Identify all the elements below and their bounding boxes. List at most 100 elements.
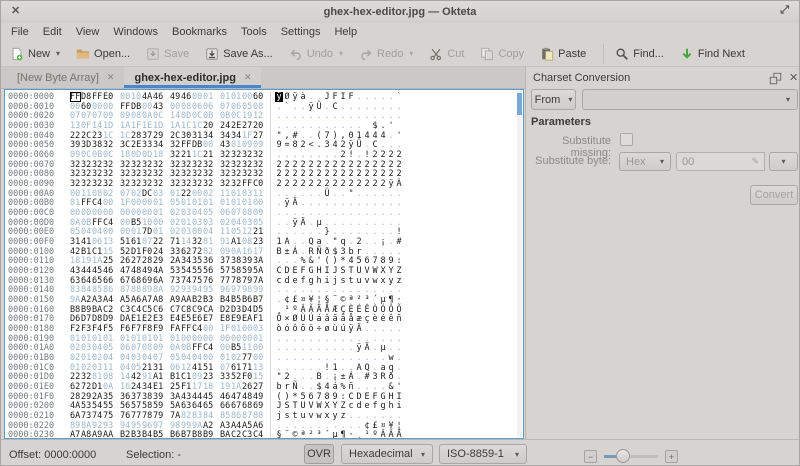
save-button[interactable]: Save xyxy=(141,44,194,64)
hex-row[interactable]: 0000:001000600000FFDB0043000806060706050… xyxy=(8,102,515,112)
hex-row[interactable]: 0000:01D022328108144291A1B1C109233352F01… xyxy=(8,372,515,382)
hex-rows[interactable]: 0000:0000FFD8FFE000104A46494600010101006… xyxy=(8,92,515,438)
hex-row[interactable]: 0000:0040222C231C1C2837292C30313434341F2… xyxy=(8,131,515,141)
window-close-icon[interactable]: ✕ xyxy=(11,4,20,17)
substitute-missing-checkbox[interactable] xyxy=(620,133,633,146)
menu-item-file[interactable]: File xyxy=(4,24,36,40)
hex-row[interactable]: 0000:0230A7A8A9AAB2B3B4B5B6B7B8B9BAC2C3C… xyxy=(8,431,515,438)
convert-button[interactable]: Convert xyxy=(750,185,798,205)
hex-row[interactable]: 0000:01E06272D10A162434E125F11718191A262… xyxy=(8,382,515,392)
zoom-slider-handle[interactable] xyxy=(616,449,630,463)
row-bytes: 42B1C11552D1F02433627282090A1617 xyxy=(70,247,264,257)
row-bytes: 0A0BFFC400B510000201030302040305 xyxy=(70,218,264,228)
row-offset: 0000:0130 xyxy=(8,276,64,286)
hex-row[interactable]: 0000:02004A535455565758595A6364656667686… xyxy=(8,402,515,412)
scrollbar-thumb[interactable] xyxy=(517,93,522,115)
hex-row[interactable]: 0000:0220898A92939495969798999AA2A3A4A5A… xyxy=(8,421,515,431)
detach-panel-icon[interactable] xyxy=(769,72,782,85)
hex-row[interactable]: 0000:0180F2F3F4F5F6F7F8F9FAFFC4001F01000… xyxy=(8,324,515,334)
hex-row[interactable]: 0000:02106A737475767778797A8283848586878… xyxy=(8,411,515,421)
substitute-byte-input[interactable]: 00 ✎ xyxy=(676,152,765,171)
chevron-down-icon: ▾ xyxy=(781,157,785,166)
title-bar[interactable]: ✕ ghex-hex-editor.jpg — Okteta ⤢ xyxy=(1,1,799,23)
hex-editor-view[interactable]: 0000:0000FFD8FFE000104A46494600010101006… xyxy=(4,89,524,439)
hex-row[interactable]: 0000:0160B8B9BAC2C3C4C5C6C7C8C9CAD2D3D4D… xyxy=(8,305,515,315)
value-coding-select[interactable]: Hexadecimal ▾ xyxy=(341,444,433,464)
hex-row[interactable]: 0000:00F031410613516107227114328191A1082… xyxy=(8,237,515,247)
panel-title: Charset Conversion xyxy=(533,72,630,84)
hex-row[interactable]: 0000:00B001FFC4001F000001050101010101010… xyxy=(8,198,515,208)
row-characters: ................ xyxy=(270,285,403,295)
hex-row[interactable]: 0000:01509AA2A3A4A5A6A7A8A9AAB2B3B4B5B6B… xyxy=(8,295,515,305)
window-restore-icon[interactable]: ⤢ xyxy=(780,4,789,17)
hex-row[interactable]: 0000:00E00504040000017D01020300041105122… xyxy=(8,227,515,237)
tab-close-icon[interactable]: ✕ xyxy=(244,72,252,83)
new-button[interactable]: New▾ xyxy=(5,44,65,64)
row-characters: ......}........! xyxy=(270,227,403,237)
find-next-button[interactable]: Find Next xyxy=(675,44,750,64)
hex-row[interactable]: 0000:0120434445464748494A535455565758595… xyxy=(8,266,515,276)
hex-row[interactable]: 0000:00903232323232323232323232323232FFC… xyxy=(8,179,515,189)
row-bytes: FFD8FFE000104A464946000101010060 xyxy=(70,92,264,102)
hex-row[interactable]: 0000:00A0001108020702DC03012200021101031… xyxy=(8,189,515,199)
hex-row[interactable]: 0000:00D00A0BFFC400B51000020103030204030… xyxy=(8,218,515,228)
chevron-down-icon: ▾ xyxy=(409,49,413,58)
menu-item-help[interactable]: Help xyxy=(327,24,364,40)
menu-item-edit[interactable]: Edit xyxy=(36,24,69,40)
vertical-scrollbar[interactable] xyxy=(517,91,522,437)
conversion-direction-select[interactable]: From ▾ xyxy=(531,89,576,110)
menu-item-settings[interactable]: Settings xyxy=(274,24,328,40)
undo-button[interactable]: Undo▾ xyxy=(284,44,348,64)
open-button[interactable]: Open... xyxy=(71,44,135,64)
hex-row[interactable]: 0000:01A002030405060708090A0BFFC400B5110… xyxy=(8,343,515,353)
zoom-out-button[interactable]: − xyxy=(584,450,597,463)
hex-row[interactable]: 0000:00703232323232323232323232323232323… xyxy=(8,160,515,170)
hex-row[interactable]: 0000:00200707070909080A0C140D0C0B0B0C191… xyxy=(8,111,515,121)
close-panel-icon[interactable]: ✕ xyxy=(789,71,798,84)
tab-new-byte-array[interactable]: [New Byte Array]✕ xyxy=(7,67,124,88)
substitute-byte-dropdown[interactable]: ▾ xyxy=(769,152,798,171)
paste-button[interactable]: Paste xyxy=(535,44,591,64)
redo-button[interactable]: Redo▾ xyxy=(354,44,418,64)
zoom-in-button[interactable]: + xyxy=(665,450,678,463)
row-offset: 0000:00E0 xyxy=(8,227,64,237)
byte-format-select[interactable]: Hex ▾ xyxy=(619,152,671,171)
row-bytes: 6272D10A162434E125F11718191A2627 xyxy=(70,382,264,392)
new-file-icon xyxy=(10,47,24,61)
menu-item-bookmarks[interactable]: Bookmarks xyxy=(165,24,234,40)
hex-row[interactable]: 0000:00C00000000000000001020304050607080… xyxy=(8,208,515,218)
hex-row[interactable]: 0000:01900101010101010101010000000000000… xyxy=(8,334,515,344)
hex-row[interactable]: 0000:0050393D38323C2E333432FFDB004301090… xyxy=(8,140,515,150)
copy-button[interactable]: Copy xyxy=(475,44,529,64)
cut-button[interactable]: Cut xyxy=(424,44,469,64)
menu-item-tools[interactable]: Tools xyxy=(234,24,274,40)
hex-row[interactable]: 0000:0170D6D7D8D9DAE1E2E3E4E5E6E7E8E9EAF… xyxy=(8,314,515,324)
tab-ghex-hex-editor[interactable]: ghex-hex-editor.jpg✕ xyxy=(124,67,261,88)
overwrite-mode-toggle[interactable]: OVR xyxy=(304,444,334,464)
target-charset-select[interactable]: ▾ xyxy=(582,89,798,110)
chevron-down-icon: ▾ xyxy=(339,49,343,58)
hex-row[interactable]: 0000:0000FFD8FFE000104A46494600010101006… xyxy=(8,92,515,102)
hex-row[interactable]: 0000:011018191A25262728292A3435363738393… xyxy=(8,256,515,266)
charset-select[interactable]: ISO-8859-1 ▾ xyxy=(439,444,527,464)
row-offset: 0000:0050 xyxy=(8,140,64,150)
zoom-slider[interactable] xyxy=(604,455,658,458)
hex-row[interactable]: 0000:01B00201020404030407050404000102770… xyxy=(8,353,515,363)
save-as-button[interactable]: Save As... xyxy=(200,44,278,64)
row-bytes: 898A92939495969798999AA2A3A4A5A6 xyxy=(70,421,264,431)
hex-row[interactable]: 0000:0030130F141D1A1F1E1D1A1C1C20242E272… xyxy=(8,121,515,131)
hex-row[interactable]: 0000:00803232323232323232323232323232323… xyxy=(8,169,515,179)
tab-close-icon[interactable]: ✕ xyxy=(107,72,115,83)
hex-row[interactable]: 0000:0130636465666768696A737475767778797… xyxy=(8,276,515,286)
hex-row[interactable]: 0000:01C00102031104052131061241510761711… xyxy=(8,363,515,373)
hex-row[interactable]: 0000:010042B1C11552D1F02433627282090A161… xyxy=(8,247,515,257)
find-button[interactable]: Find... xyxy=(610,44,669,64)
row-offset: 0000:0160 xyxy=(8,305,64,315)
chevron-down-icon: ▾ xyxy=(421,450,425,459)
hex-row[interactable]: 0000:01F028292A35363738393A4344454647484… xyxy=(8,392,515,402)
hex-row[interactable]: 0000:0140838485868788898A929394959697989… xyxy=(8,285,515,295)
menu-item-windows[interactable]: Windows xyxy=(106,24,165,40)
row-characters: 1A..Qa."q.2..¡.# xyxy=(270,237,403,247)
menu-item-view[interactable]: View xyxy=(69,24,107,40)
hex-row[interactable]: 0000:0060090C0B0C180D0D1832211C213232323… xyxy=(8,150,515,160)
